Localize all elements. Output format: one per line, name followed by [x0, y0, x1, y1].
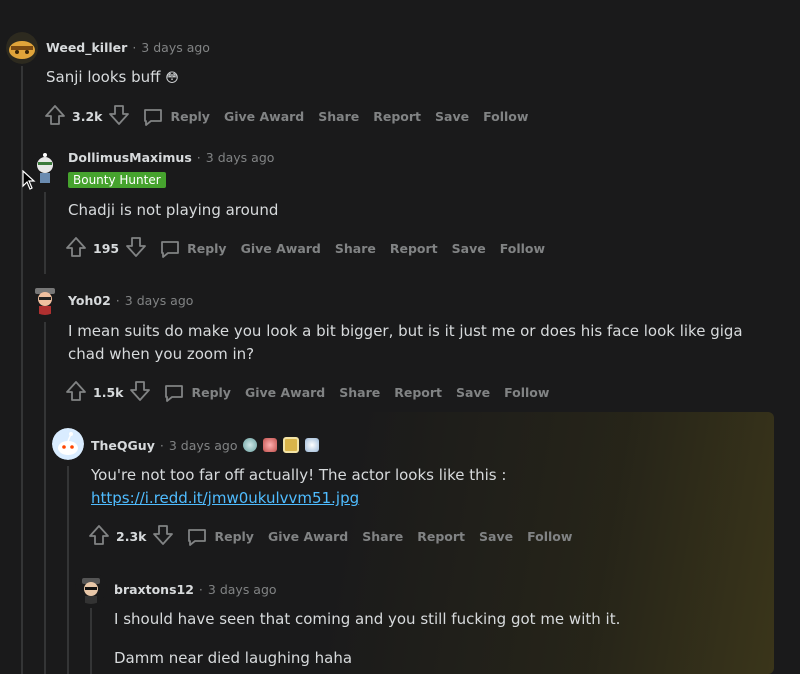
vote-count: 2.3k	[116, 529, 147, 544]
avatar[interactable]	[6, 32, 38, 64]
comment-text: Sanji looks buff 😳	[46, 68, 179, 86]
save-button[interactable]: Save	[456, 385, 490, 400]
sparkle-award-icon[interactable]	[305, 438, 320, 452]
avatar[interactable]	[52, 428, 84, 460]
username[interactable]: Yoh02	[68, 293, 111, 308]
username[interactable]: Weed_killer	[46, 40, 127, 55]
upvote-icon[interactable]	[44, 104, 66, 129]
separator: ·	[115, 293, 120, 308]
give-award-button[interactable]: Give Award	[241, 241, 321, 256]
frame-award-icon[interactable]	[283, 437, 300, 453]
follow-button[interactable]: Follow	[504, 385, 549, 400]
give-award-button[interactable]: Give Award	[245, 385, 325, 400]
share-button[interactable]: Share	[335, 241, 376, 256]
upvote-icon[interactable]	[88, 524, 110, 549]
reply-button[interactable]: Reply	[142, 107, 210, 127]
upvote-icon[interactable]	[65, 236, 87, 261]
upvote-icon[interactable]	[65, 380, 87, 405]
heart-award-icon[interactable]	[263, 438, 278, 452]
reply-icon	[161, 240, 179, 258]
comment-actions: 195 Reply Give Award Share Report Save F…	[65, 236, 559, 261]
thread-line[interactable]	[67, 466, 69, 674]
timestamp[interactable]: 3 days ago	[125, 293, 194, 308]
thread-line[interactable]	[44, 322, 46, 674]
separator: ·	[159, 437, 164, 453]
username[interactable]: TheQGuy	[91, 438, 155, 453]
thread-line[interactable]	[21, 66, 23, 674]
emoji: 😳	[165, 71, 179, 86]
downvote-icon[interactable]	[152, 524, 174, 549]
thread-line[interactable]	[90, 608, 92, 674]
comment-actions: 2.3k Reply Give Award Share Report Save …	[88, 524, 586, 549]
timestamp[interactable]: 3 days ago	[169, 438, 238, 453]
thread-line[interactable]	[44, 192, 46, 274]
vote-count: 3.2k	[72, 109, 103, 124]
separator: ·	[198, 582, 203, 597]
share-button[interactable]: Share	[339, 385, 380, 400]
follow-button[interactable]: Follow	[527, 529, 572, 544]
save-button[interactable]: Save	[435, 109, 469, 124]
give-award-button[interactable]: Give Award	[224, 109, 304, 124]
save-button[interactable]: Save	[479, 529, 513, 544]
comment-text: I should have seen that coming and you s…	[114, 610, 621, 667]
reply-icon	[165, 384, 184, 402]
reply-button[interactable]: Reply	[159, 239, 227, 259]
follow-button[interactable]: Follow	[500, 241, 545, 256]
downvote-icon[interactable]	[125, 236, 147, 261]
separator: ·	[196, 150, 201, 165]
comment-header: TheQGuy · 3 days ago	[91, 437, 320, 453]
comment-text: I mean suits do make you look a bit bigg…	[68, 322, 743, 363]
comment-header: braxtons12 · 3 days ago	[114, 582, 277, 597]
downvote-icon[interactable]	[129, 380, 151, 405]
vote-count: 195	[93, 241, 120, 256]
comment-header: DollimusMaximus · 3 days ago	[68, 150, 274, 165]
comment-header: Weed_killer · 3 days ago	[46, 40, 210, 55]
give-award-button[interactable]: Give Award	[268, 529, 348, 544]
share-button[interactable]: Share	[362, 529, 403, 544]
image-link[interactable]: https://i.redd.it/jmw0ukulvvm51.jpg	[91, 489, 359, 507]
mouse-cursor-icon	[22, 169, 36, 194]
user-flair: Bounty Hunter	[68, 172, 166, 188]
reply-button[interactable]: Reply	[186, 527, 254, 547]
vote-count: 1.5k	[93, 385, 124, 400]
reply-icon	[144, 108, 163, 126]
separator: ·	[132, 40, 137, 55]
comment-header: Yoh02 · 3 days ago	[68, 293, 193, 308]
comment-actions: 1.5k Reply Give Award Share Report Save …	[65, 380, 563, 405]
report-button[interactable]: Report	[390, 241, 438, 256]
avatar[interactable]	[75, 572, 107, 604]
avatar[interactable]	[29, 283, 61, 315]
username[interactable]: braxtons12	[114, 582, 194, 597]
share-button[interactable]: Share	[318, 109, 359, 124]
report-button[interactable]: Report	[417, 529, 465, 544]
report-button[interactable]: Report	[373, 109, 421, 124]
save-button[interactable]: Save	[452, 241, 486, 256]
timestamp[interactable]: 3 days ago	[206, 150, 275, 165]
follow-button[interactable]: Follow	[483, 109, 528, 124]
comment-actions: 3.2k Reply Give Award Share Report Save …	[44, 104, 542, 129]
report-button[interactable]: Report	[394, 385, 442, 400]
comment-text: You're not too far off actually! The act…	[91, 466, 507, 507]
downvote-icon[interactable]	[108, 104, 130, 129]
reply-icon	[188, 528, 207, 546]
timestamp[interactable]: 3 days ago	[141, 40, 210, 55]
username[interactable]: DollimusMaximus	[68, 150, 192, 165]
comment-text: Chadji is not playing around	[68, 201, 279, 219]
reply-button[interactable]: Reply	[163, 383, 231, 403]
timestamp[interactable]: 3 days ago	[208, 582, 277, 597]
silver-award-icon[interactable]	[243, 438, 258, 452]
